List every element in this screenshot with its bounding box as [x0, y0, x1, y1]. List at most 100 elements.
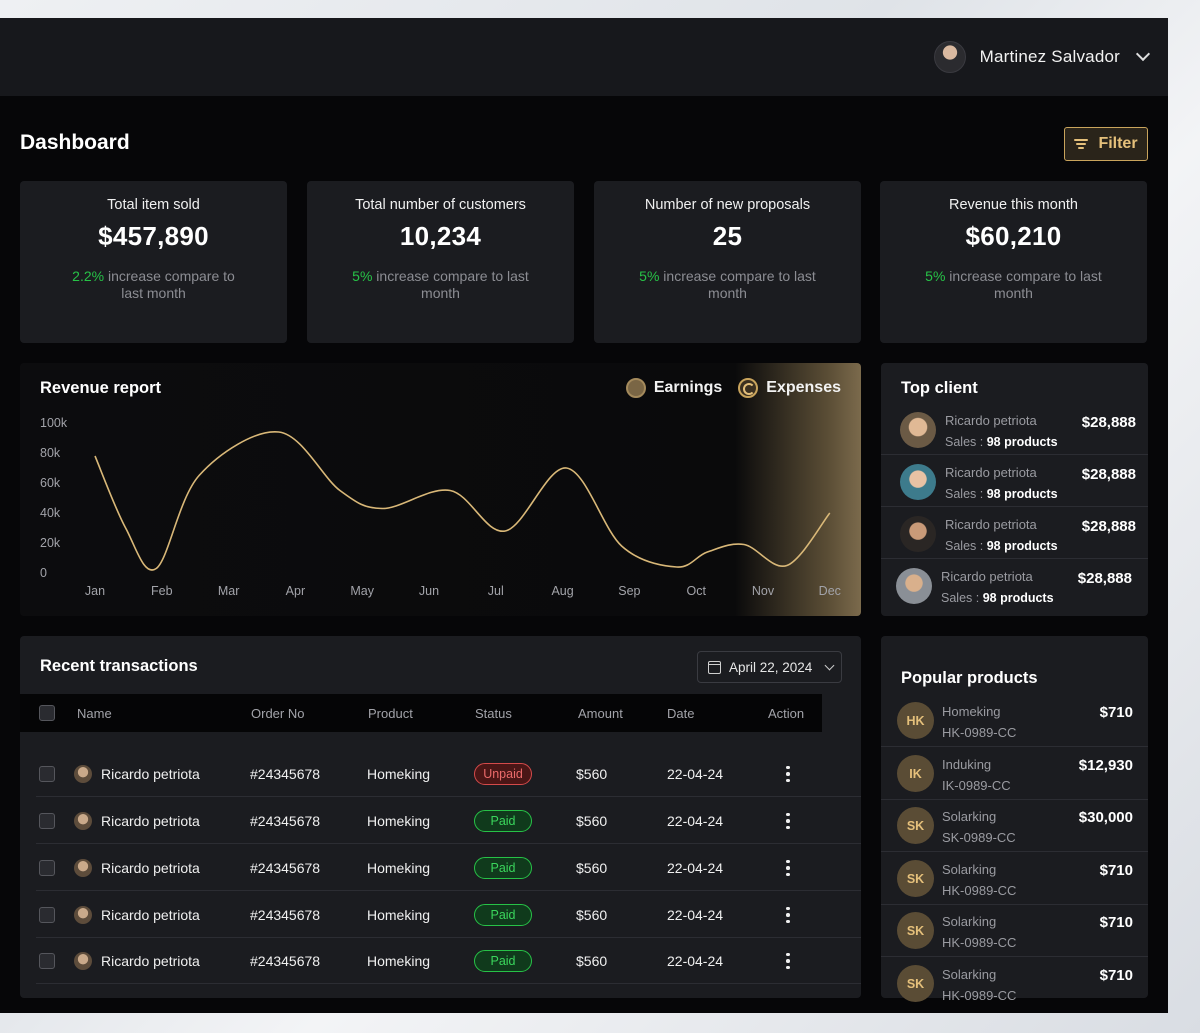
- stat-value: 25: [712, 221, 743, 251]
- date-picker[interactable]: April 22, 2024: [697, 651, 842, 683]
- x-tick-label: Mar: [218, 584, 240, 598]
- top-bar: Martinez Salvador: [0, 18, 1168, 96]
- earnings-line: [94, 431, 831, 571]
- row-product: Homeking: [367, 907, 431, 923]
- client-name: Ricardo petriota: [945, 413, 1037, 428]
- calendar-icon: [708, 660, 721, 674]
- product-code: IK-0989-CC: [942, 778, 1011, 793]
- stat-label: Revenue this month: [949, 197, 1078, 213]
- table-row[interactable]: Ricardo petriota #24345678 Homeking Paid…: [36, 892, 861, 938]
- stat-note: 5% increase compare to last month: [924, 268, 1104, 302]
- more-actions-icon[interactable]: [781, 952, 795, 970]
- stat-note: 2.2% increase compare to last month: [64, 268, 244, 302]
- row-checkbox[interactable]: [39, 813, 55, 829]
- select-all-checkbox[interactable]: [39, 705, 55, 721]
- user-name[interactable]: Martinez Salvador: [980, 47, 1120, 67]
- row-product: Homeking: [367, 953, 431, 969]
- chevron-down-icon[interactable]: [1135, 46, 1151, 62]
- client-sales-count: 98 products: [986, 487, 1058, 501]
- more-actions-icon[interactable]: [781, 906, 795, 924]
- stat-card-revenue-month: Revenue this month $60,210 5% increase c…: [880, 181, 1147, 343]
- product-price: $710: [1099, 862, 1133, 879]
- col-order[interactable]: Order No: [251, 706, 304, 721]
- stat-note-text: increase compare to last month: [945, 268, 1102, 301]
- table-header: Name Order No Product Status Amount Date…: [20, 694, 822, 732]
- row-amount: $560: [576, 907, 608, 923]
- table-row[interactable]: Ricardo petriota #24345678 Homeking Paid…: [36, 845, 861, 891]
- table-row[interactable]: Ricardo petriota #24345678 Homeking Paid…: [36, 938, 861, 984]
- client-row[interactable]: Ricardo petriota Sales : 98 products $28…: [881, 455, 1148, 507]
- stat-value: 10,234: [399, 221, 482, 251]
- product-name: Homeking: [942, 704, 1001, 719]
- row-date: 22-04-24: [667, 860, 724, 876]
- popular-products-title: Popular products: [901, 669, 1038, 687]
- col-date[interactable]: Date: [667, 706, 694, 721]
- col-amount[interactable]: Amount: [578, 706, 623, 721]
- more-actions-icon[interactable]: [781, 859, 795, 877]
- x-tick-label: Feb: [151, 584, 173, 598]
- filter-button[interactable]: Filter: [1064, 127, 1148, 161]
- stat-note: 5% increase compare to last month: [351, 268, 531, 302]
- more-actions-icon[interactable]: [781, 812, 795, 830]
- y-tick-label: 100k: [40, 416, 68, 430]
- row-name: Ricardo petriota: [101, 907, 200, 923]
- table-row[interactable]: Ricardo petriota #24345678 Homeking Unpa…: [36, 751, 861, 797]
- stat-percent: 5%: [639, 268, 660, 284]
- user-menu[interactable]: Martinez Salvador: [933, 40, 1151, 74]
- stat-label: Number of new proposals: [644, 197, 811, 213]
- row-checkbox[interactable]: [39, 766, 55, 782]
- client-sales-prefix: Sales :: [945, 539, 987, 553]
- product-avatar: SK: [897, 860, 934, 897]
- product-row[interactable]: SK Solarking HK-0989-CC $710: [881, 905, 1148, 957]
- product-name: Induking: [942, 757, 992, 772]
- chevron-down-icon: [824, 660, 835, 670]
- col-status[interactable]: Status: [475, 706, 512, 721]
- row-date: 22-04-24: [667, 907, 724, 923]
- x-tick-label: Sep: [618, 584, 640, 598]
- col-product[interactable]: Product: [368, 706, 413, 721]
- product-row[interactable]: SK Solarking HK-0989-CC $710: [881, 958, 1148, 1003]
- client-row[interactable]: Ricardo petriota Sales : 98 products $28…: [881, 403, 1148, 455]
- row-date: 22-04-24: [667, 766, 724, 782]
- client-amount: $28,888: [1081, 466, 1136, 483]
- top-client-panel: Top client Ricardo petriota Sales : 98 p…: [881, 363, 1148, 616]
- product-code: HK-0989-CC: [942, 725, 1017, 740]
- row-checkbox[interactable]: [39, 860, 55, 876]
- client-name: Ricardo petriota: [941, 569, 1033, 584]
- x-tick-label: Aug: [551, 584, 573, 598]
- product-row[interactable]: HK Homeking HK-0989-CC $710: [881, 695, 1148, 747]
- row-order: #24345678: [250, 813, 321, 829]
- client-amount: $28,888: [1081, 414, 1136, 431]
- client-row[interactable]: Ricardo petriota Sales : 98 products $28…: [881, 559, 1148, 611]
- user-avatar[interactable]: [933, 41, 966, 73]
- row-amount: $560: [576, 766, 608, 782]
- more-actions-icon[interactable]: [781, 765, 795, 783]
- client-sales-count: 98 products: [986, 435, 1058, 449]
- client-row[interactable]: Ricardo petriota Sales : 98 products $28…: [881, 507, 1148, 559]
- client-name: Ricardo petriota: [945, 465, 1037, 480]
- product-price: $30,000: [1078, 809, 1133, 826]
- row-avatar: [74, 859, 92, 877]
- col-name[interactable]: Name: [77, 706, 112, 721]
- date-picker-value: April 22, 2024: [729, 659, 813, 675]
- y-tick-label: 20k: [40, 536, 61, 550]
- client-avatar: [900, 412, 936, 448]
- row-product: Homeking: [367, 860, 431, 876]
- col-action[interactable]: Action: [768, 706, 804, 721]
- stat-value: $60,210: [965, 221, 1062, 251]
- stat-label: Total number of customers: [355, 197, 526, 213]
- stat-card-proposals: Number of new proposals 25 5% increase c…: [594, 181, 861, 343]
- row-checkbox[interactable]: [39, 953, 55, 969]
- recent-transactions-panel: Recent transactions April 22, 2024 Name …: [20, 636, 861, 998]
- product-price: $710: [1099, 914, 1133, 931]
- product-avatar: SK: [897, 965, 934, 1002]
- product-row[interactable]: SK Solarking SK-0989-CC $30,000: [881, 800, 1148, 852]
- product-row[interactable]: SK Solarking HK-0989-CC $710: [881, 853, 1148, 905]
- product-price: $710: [1099, 967, 1133, 984]
- product-row[interactable]: IK Induking IK-0989-CC $12,930: [881, 748, 1148, 800]
- row-checkbox[interactable]: [39, 907, 55, 923]
- table-row[interactable]: Ricardo petriota #24345678 Homeking Paid…: [36, 798, 861, 844]
- filter-icon: [1074, 139, 1089, 149]
- client-sales: Sales : 98 products: [945, 539, 1058, 553]
- row-amount: $560: [576, 813, 608, 829]
